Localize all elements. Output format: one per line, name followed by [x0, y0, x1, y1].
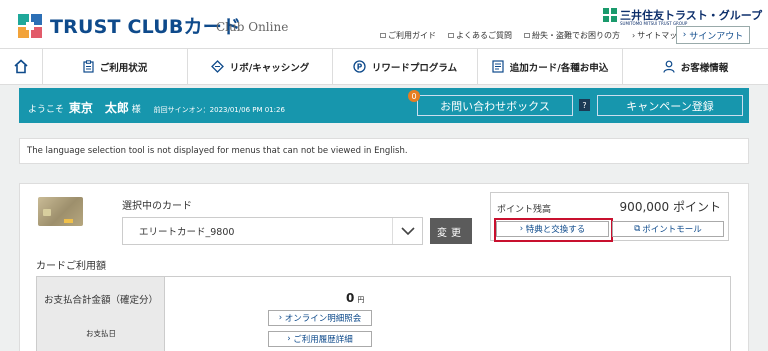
svg-text:P: P — [357, 62, 363, 71]
usage-label-cell: お支払合計金額（確定分） お支払日 — [37, 277, 165, 351]
help-icon[interactable]: ? — [579, 99, 590, 111]
user-name: 東京 太郎 — [68, 101, 129, 115]
header-links: ご利用ガイド よくあるご質問 紛失・盗難でお困りの方 › サイトマップ — [380, 30, 685, 41]
name-suffix: 様 — [131, 105, 141, 115]
card-select-value: エリートカード_9800 — [139, 227, 235, 238]
currency-unit: 円 — [357, 296, 365, 304]
nav-home[interactable] — [0, 49, 43, 84]
last-signin: 前回サインオン：2023/01/06 PM 01:26 — [153, 106, 285, 114]
selected-card-label: 選択中のカード — [122, 201, 192, 212]
nav-revolving-cashing-label: リボ/キャッシング — [229, 62, 310, 74]
nav-customer-info-label: お客様情報 — [680, 62, 729, 74]
main-nav: ご利用状況 リボ/キャッシング P リワードプログラム 追加カード/各種お申込 … — [0, 48, 768, 85]
clipboard-icon — [83, 60, 94, 73]
payment-total-label: お支払合計金額（確定分） — [43, 295, 158, 306]
language-notice: The language selection tool is not displ… — [19, 138, 749, 164]
chevron-right-icon: › — [632, 31, 636, 40]
online-statement-button[interactable]: › オンライン明細照会 — [268, 310, 372, 326]
nav-revolving-cashing[interactable]: リボ/キャッシング — [188, 49, 333, 84]
nav-additional-card-label: 追加カード/各種お申込 — [509, 62, 609, 74]
group-logo-icon — [603, 8, 617, 22]
logo-text[interactable]: TRUST CLUBカード — [50, 12, 241, 39]
welcome-message: ようこそ 東京 太郎 様 前回サインオン：2023/01/06 PM 01:26 — [28, 99, 285, 116]
chevron-right-icon: › — [682, 30, 687, 40]
card-usage-box: お支払合計金額（確定分） お支払日 0円 › オンライン明細照会 › ご利用履歴… — [36, 276, 731, 351]
lost-card-link[interactable]: 紛失・盗難でお困りの方 — [524, 30, 620, 41]
change-card-button[interactable]: 変更 — [430, 218, 472, 244]
card-image — [38, 197, 83, 226]
external-link-icon: ⧉ — [634, 224, 641, 234]
inquiry-count-badge: 0 — [408, 90, 420, 102]
nav-usage-status-label: ご利用状況 — [99, 62, 148, 74]
exchange-benefits-button[interactable]: › 特典と交換する — [494, 218, 613, 242]
nav-usage-status[interactable]: ご利用状況 — [43, 49, 188, 84]
usage-history-label: ご利用履歴詳細 — [293, 335, 353, 345]
point-mall-button[interactable]: ⧉ ポイントモール — [612, 221, 724, 237]
points-box: ポイント残高 900,000 ポイント › 特典と交換する ⧉ ポイントモール — [490, 192, 729, 242]
points-value: 900,000 ポイント — [619, 200, 721, 214]
home-icon — [14, 59, 28, 74]
guide-link[interactable]: ご利用ガイド — [380, 30, 436, 41]
payment-date-label: お支払日 — [86, 329, 116, 338]
person-icon — [663, 60, 675, 73]
lost-card-link-label: 紛失・盗難でお困りの方 — [532, 31, 620, 40]
trust-club-logo-icon[interactable] — [17, 13, 43, 39]
guide-icon — [380, 33, 386, 38]
nav-reward-program[interactable]: P リワードプログラム — [333, 49, 478, 84]
card-brand-mark — [64, 219, 73, 223]
campaign-register-button[interactable]: キャンペーン登録 — [597, 95, 743, 116]
inquiry-box-label: お問い合わせボックス — [440, 99, 550, 113]
guide-link-label: ご利用ガイド — [388, 31, 436, 40]
logo-subtitle: Club Online — [216, 20, 289, 34]
nav-customer-info[interactable]: お客様情報 — [623, 49, 768, 84]
faq-icon — [448, 33, 454, 38]
point-mall-label: ポイントモール — [642, 225, 702, 235]
card-chip — [43, 209, 51, 216]
card-select[interactable]: エリートカード_9800 — [122, 217, 423, 245]
header: TRUST CLUBカード Club Online 三井住友トラスト・グループ … — [0, 0, 768, 48]
campaign-register-label: キャンペーン登録 — [626, 99, 714, 113]
p-circle-icon: P — [353, 60, 366, 73]
online-statement-label: オンライン明細照会 — [284, 314, 362, 324]
nav-additional-card[interactable]: 追加カード/各種お申込 — [478, 49, 623, 84]
signout-button[interactable]: › サインアウト — [676, 26, 750, 44]
faq-link[interactable]: よくあるご質問 — [448, 30, 512, 41]
main-panel: 選択中のカード エリートカード_9800 変更 ポイント残高 900,000 ポ… — [19, 183, 749, 351]
payment-amount-value: 0 — [346, 291, 355, 305]
card-usage-title: カードご利用額 — [36, 261, 106, 272]
welcome-prefix: ようこそ — [28, 105, 65, 115]
highlight-box — [494, 218, 613, 242]
chevron-down-svg — [400, 227, 415, 235]
nav-reward-program-label: リワードプログラム — [371, 62, 458, 74]
group-logo: 三井住友トラスト・グループ SUMITOMO MITSUI TRUST GROU… — [603, 6, 763, 28]
signout-label: サインアウト — [689, 31, 744, 42]
form-icon — [492, 60, 504, 73]
faq-link-label: よくあるご質問 — [456, 31, 512, 40]
points-label: ポイント残高 — [497, 205, 552, 215]
diamond-icon — [210, 60, 224, 73]
chevron-down-icon — [392, 218, 422, 244]
usage-history-button[interactable]: › ご利用履歴詳細 — [268, 331, 372, 347]
welcome-bar: ようこそ 東京 太郎 様 前回サインオン：2023/01/06 PM 01:26… — [19, 88, 749, 123]
inquiry-box-button[interactable]: お問い合わせボックス — [417, 95, 573, 116]
payment-amount: 0円 — [346, 291, 364, 305]
lost-card-icon — [524, 33, 530, 38]
